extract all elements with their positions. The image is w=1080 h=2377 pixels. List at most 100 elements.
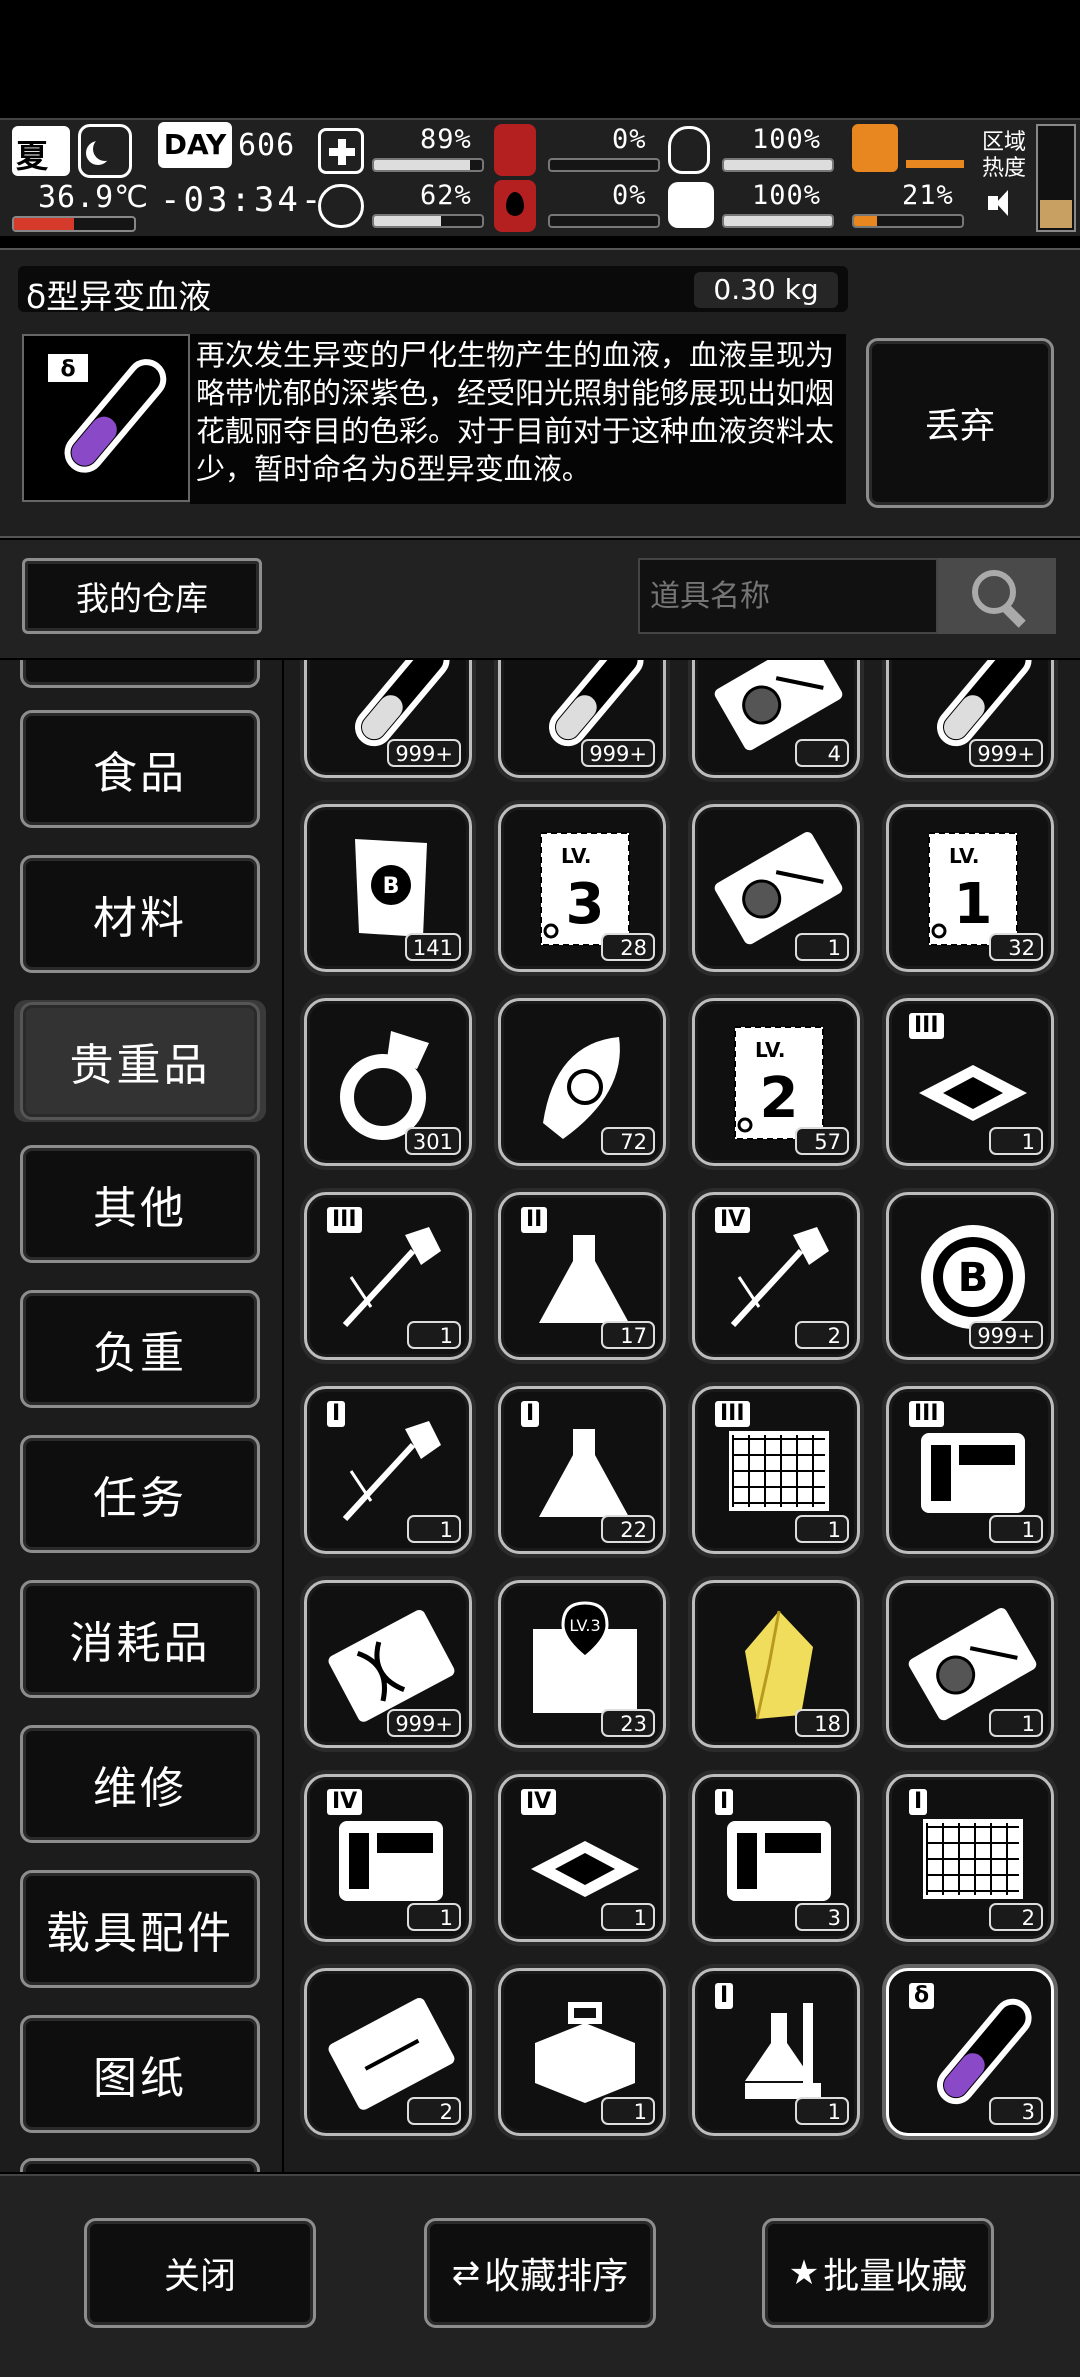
item-slot[interactable]: 1 <box>886 1580 1054 1748</box>
item-slot[interactable]: IV 2 <box>692 1192 860 1360</box>
item-slot[interactable]: III 1 <box>886 998 1054 1166</box>
search-button[interactable] <box>938 558 1056 634</box>
heat-label: 热度 <box>982 156 1027 181</box>
item-count: 72 <box>601 1127 655 1155</box>
tier-badge: IV <box>521 1789 557 1815</box>
category-partial-bottom[interactable] <box>20 2158 260 2172</box>
armor-icon <box>668 126 710 174</box>
item-slot[interactable]: IV 1 <box>304 1774 472 1942</box>
svg-text:LV.3: LV.3 <box>569 1616 600 1635</box>
item-slot[interactable]: II 17 <box>498 1192 666 1360</box>
tier-badge: III <box>715 1401 750 1427</box>
heat-gauge <box>1036 124 1076 232</box>
category-partial-top[interactable] <box>20 660 260 688</box>
svg-text:2: 2 <box>760 1066 799 1131</box>
toolbar: 我的仓库 <box>0 540 1080 658</box>
item-slot[interactable]: III 1 <box>886 1386 1054 1554</box>
category-food[interactable]: 食品 <box>20 710 260 828</box>
search-input[interactable] <box>638 558 938 634</box>
item-slot[interactable]: I2 <box>886 1774 1054 1942</box>
item-name-bar: δ型异变血液 0.30 kg <box>18 266 848 316</box>
item-count: 4 <box>795 739 849 767</box>
heart-value: 100% <box>752 180 822 211</box>
heart-icon <box>668 182 714 228</box>
tier-badge: I <box>327 1401 346 1427</box>
category-blueprints[interactable]: 图纸 <box>20 2015 260 2133</box>
item-slot[interactable]: 999+ <box>304 1580 472 1748</box>
tier-badge: δ <box>909 1983 935 2009</box>
item-slot[interactable]: LV.3 23 <box>498 1580 666 1748</box>
season-text: 夏 <box>16 137 49 175</box>
tier-badge: I <box>909 1789 928 1815</box>
discard-button[interactable]: 丢弃 <box>866 338 1054 508</box>
moon-icon <box>78 124 132 178</box>
item-slot[interactable]: 301 <box>304 998 472 1166</box>
armor-value: 100% <box>752 124 822 155</box>
item-slot[interactable]: 4 <box>692 660 860 778</box>
item-slot[interactable]: LV. 1 32 <box>886 804 1054 972</box>
tier-badge: IV <box>327 1789 363 1815</box>
tier-badge: III <box>909 1401 944 1427</box>
svg-text:LV.: LV. <box>949 844 980 868</box>
item-slot[interactable]: LV. 2 57 <box>692 998 860 1166</box>
category-consumables[interactable]: 消耗品 <box>20 1580 260 1698</box>
item-slot[interactable]: VI999+ <box>886 660 1054 778</box>
item-slot[interactable]: 1 <box>498 1968 666 2136</box>
item-slot[interactable]: I1 <box>304 1386 472 1554</box>
item-count: 1 <box>795 933 849 961</box>
item-count: 17 <box>601 1321 655 1349</box>
item-slot[interactable]: III 1 <box>304 1192 472 1360</box>
item-slot[interactable]: IV999+ <box>304 660 472 778</box>
stomach-bar <box>548 158 660 172</box>
item-count: 999+ <box>969 1321 1043 1349</box>
item-count: 999+ <box>969 739 1043 767</box>
close-button[interactable]: 关闭 <box>84 2218 316 2328</box>
item-slot[interactable]: I 22 <box>498 1386 666 1554</box>
speaker-icon[interactable] <box>986 186 1020 222</box>
my-storage-button[interactable]: 我的仓库 <box>22 558 262 634</box>
category-sidebar: 食品 材料 贵重品 其他 负重 任务 消耗品 维修 载具配件 图纸 <box>0 660 282 2172</box>
item-slot[interactable]: B 999+ <box>886 1192 1054 1360</box>
item-name: δ型异变血液 <box>26 277 212 316</box>
category-materials[interactable]: 材料 <box>20 855 260 973</box>
item-count: 23 <box>601 1709 655 1737</box>
item-info-panel: δ型异变血液 0.30 kg δ 再次发生异变的尸化生物产生的血液，血液呈现为略… <box>0 248 1080 538</box>
sort-favorites-label: 收藏排序 <box>484 2256 629 2297</box>
tier-badge: I <box>521 1401 540 1427</box>
sort-favorites-button[interactable]: ⇄ 收藏排序 <box>424 2218 656 2328</box>
category-quest[interactable]: 任务 <box>20 1435 260 1553</box>
swap-arrows-icon: ⇄ <box>451 2253 481 2293</box>
category-other[interactable]: 其他 <box>20 1145 260 1263</box>
item-count: 1 <box>601 1903 655 1931</box>
health-value: 89% <box>420 124 472 155</box>
item-slot[interactable]: 18 <box>692 1580 860 1748</box>
boot-icon <box>852 124 898 172</box>
heart-bar <box>722 214 834 228</box>
item-slot[interactable]: 1 <box>692 804 860 972</box>
svg-text:3: 3 <box>566 872 605 937</box>
item-weight: 0.30 kg <box>694 272 838 308</box>
category-load[interactable]: 负重 <box>20 1290 260 1408</box>
category-valuables[interactable]: 贵重品 <box>20 1002 260 1120</box>
item-slot[interactable]: V999+ <box>498 660 666 778</box>
health-bar <box>372 158 484 172</box>
medkit-icon <box>318 128 364 174</box>
item-count: 999+ <box>387 1709 461 1737</box>
item-slot[interactable]: B 141 <box>304 804 472 972</box>
temperature-value: 36.9℃ <box>38 180 149 215</box>
item-slot[interactable]: LV. 3 28 <box>498 804 666 972</box>
item-slot[interactable]: IV 1 <box>498 1774 666 1942</box>
svg-text:B: B <box>383 874 400 899</box>
item-slot[interactable]: 72 <box>498 998 666 1166</box>
item-count: 1 <box>407 1515 461 1543</box>
item-slot[interactable]: δ3 <box>886 1968 1054 2136</box>
item-slot[interactable]: III 1 <box>692 1386 860 1554</box>
category-vehicle-parts[interactable]: 载具配件 <box>20 1870 260 1988</box>
armor-bar <box>722 158 834 172</box>
item-slot[interactable]: I3 <box>692 1774 860 1942</box>
item-slot[interactable]: 2 <box>304 1968 472 2136</box>
item-slot[interactable]: I1 <box>692 1968 860 2136</box>
day-value: 606 <box>238 128 296 163</box>
batch-favorite-button[interactable]: ★ 批量收藏 <box>762 2218 994 2328</box>
category-repair[interactable]: 维修 <box>20 1725 260 1843</box>
